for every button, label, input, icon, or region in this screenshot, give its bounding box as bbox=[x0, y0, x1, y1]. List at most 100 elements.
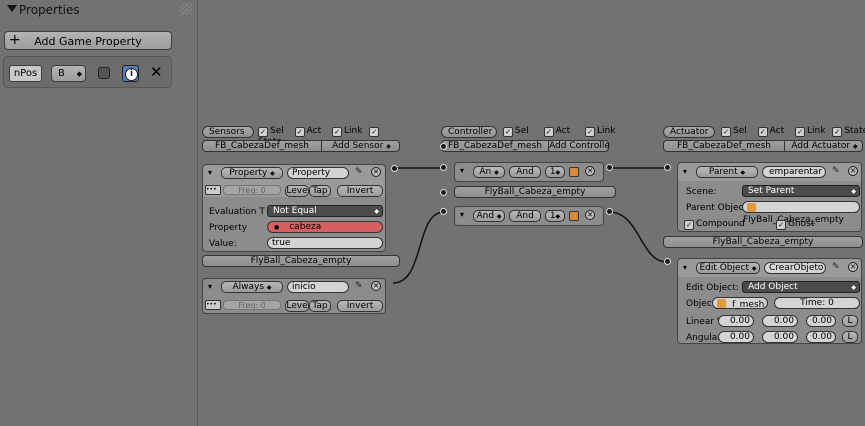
check-icon[interactable]: ✓ bbox=[721, 127, 731, 137]
linear-local-toggle[interactable]: L bbox=[842, 315, 858, 327]
linear-velocity-x[interactable]: 0.00 bbox=[718, 315, 754, 327]
edit-object-select[interactable]: Add Object ◆ bbox=[742, 281, 860, 293]
check-icon[interactable]: ✓ bbox=[757, 127, 768, 137]
tap-button[interactable]: Tap bbox=[309, 185, 331, 197]
pin-icon[interactable]: ✎ bbox=[355, 281, 363, 291]
properties-header[interactable]: Properties bbox=[0, 0, 198, 22]
controller1-output-socket[interactable] bbox=[606, 164, 613, 171]
evaluation-select[interactable]: Not Equal ◆ bbox=[267, 205, 383, 217]
angular-velocity-y[interactable]: 0.00 bbox=[762, 331, 798, 343]
collapse-arrow-icon[interactable]: ▾ bbox=[208, 282, 212, 291]
level-button[interactable]: Leve bbox=[285, 300, 309, 312]
property-name-field[interactable]: nPos bbox=[9, 65, 42, 82]
parent-actuator-input-socket[interactable] bbox=[664, 164, 671, 171]
freq-field[interactable]: Freq: 0 bbox=[223, 185, 281, 195]
freq-field[interactable]: Freq: 0 bbox=[223, 300, 281, 310]
pin-icon[interactable]: ✎ bbox=[355, 167, 363, 177]
scene-select[interactable]: Set Parent ◆ bbox=[742, 185, 860, 197]
sensor-type-select[interactable]: Property ◆ bbox=[221, 167, 283, 179]
sensor-output-socket[interactable] bbox=[391, 165, 398, 172]
controllers-menu[interactable]: Controller ◆ bbox=[441, 126, 497, 147]
invert-button[interactable]: Invert bbox=[337, 185, 383, 197]
collapse-arrow-icon[interactable]: ▾ bbox=[460, 210, 464, 219]
sel-option[interactable]: Sel bbox=[515, 126, 529, 136]
check-icon[interactable]: ✓ bbox=[369, 127, 380, 137]
compound-option[interactable]: ✓ Compound bbox=[684, 219, 745, 230]
check-icon[interactable]: ✓ bbox=[585, 127, 595, 137]
angular-velocity-z[interactable]: 0.00 bbox=[806, 331, 836, 343]
tap-button[interactable]: Tap bbox=[309, 300, 331, 312]
edit-actuator-input-socket[interactable] bbox=[664, 258, 671, 265]
actuator-name-field[interactable]: CrearObjeto bbox=[764, 262, 826, 274]
add-game-property-button[interactable]: + Add Game Property bbox=[4, 31, 172, 50]
bookmark-icon[interactable] bbox=[569, 167, 579, 177]
delete-icon[interactable]: ✕ bbox=[848, 262, 858, 272]
drag-grip-icon[interactable] bbox=[180, 3, 192, 15]
value-field[interactable]: true bbox=[267, 237, 383, 249]
state-option[interactable]: State bbox=[844, 126, 865, 136]
sensor-name-field[interactable]: inicio bbox=[287, 281, 349, 293]
parent-object-field[interactable]: FlyBall_Cabeza_empty bbox=[742, 201, 860, 225]
sel-option[interactable]: Sel bbox=[270, 126, 284, 136]
link-option[interactable]: Link bbox=[807, 126, 825, 136]
pulse-buttons[interactable]: ••• bbox=[205, 185, 221, 195]
controller-state-socket-2[interactable] bbox=[440, 189, 447, 196]
controller1-input-socket[interactable] bbox=[440, 164, 447, 171]
act-option[interactable]: Act bbox=[307, 126, 321, 136]
debug-info-button[interactable]: i bbox=[122, 65, 139, 82]
check-icon[interactable]: ✓ bbox=[503, 127, 513, 137]
link-option[interactable]: Link bbox=[344, 126, 362, 136]
linear-velocity-z[interactable]: 0.00 bbox=[806, 315, 836, 327]
sensor-name-field[interactable]: Property bbox=[287, 167, 349, 179]
property-field[interactable]: ● cabeza bbox=[267, 221, 383, 233]
actuators-menu[interactable]: Actuator ◆ bbox=[663, 126, 715, 147]
add-sensor-menu[interactable]: Add Sensor ◆ bbox=[321, 141, 401, 152]
object-field[interactable]: f_mesh bbox=[712, 297, 768, 310]
property-type-select[interactable]: B ◆ bbox=[51, 65, 86, 82]
actuator-type-select[interactable]: Parent ◆ bbox=[696, 166, 758, 178]
angular-local-toggle[interactable]: L bbox=[842, 331, 858, 343]
check-icon[interactable]: ✓ bbox=[832, 127, 843, 137]
link-option[interactable]: Link bbox=[597, 126, 615, 136]
controller-priority[interactable]: 1◆ bbox=[545, 210, 565, 222]
level-button[interactable]: Leve bbox=[285, 185, 309, 197]
controller-type-select[interactable]: An ◆ bbox=[473, 166, 505, 178]
sensors-menu[interactable]: Sensors ◆ bbox=[202, 126, 254, 147]
linear-velocity-y[interactable]: 0.00 bbox=[762, 315, 798, 327]
sel-option[interactable]: Sel bbox=[733, 126, 747, 136]
controller-name-field[interactable]: And bbox=[509, 166, 541, 178]
check-icon[interactable]: ✓ bbox=[332, 127, 342, 137]
collapse-arrow-icon[interactable]: ▾ bbox=[460, 166, 464, 175]
pulse-buttons[interactable]: ••• bbox=[205, 300, 221, 310]
controller2-output-socket[interactable] bbox=[606, 208, 613, 215]
controller-name-field[interactable]: And bbox=[509, 210, 541, 222]
delete-icon[interactable]: ✕ bbox=[371, 167, 381, 177]
controller2-input-socket[interactable] bbox=[440, 208, 447, 215]
collapse-triangle-icon[interactable] bbox=[7, 5, 17, 12]
bookmark-icon[interactable] bbox=[569, 211, 579, 221]
controller-priority[interactable]: 1◆ bbox=[545, 166, 565, 178]
check-icon[interactable]: ✓ bbox=[258, 127, 268, 137]
delete-icon[interactable]: ✕ bbox=[371, 281, 381, 291]
delete-icon[interactable]: ✕ bbox=[585, 166, 595, 176]
angular-velocity-x[interactable]: 0.00 bbox=[718, 331, 754, 343]
add-actuator-menu[interactable]: Add Actuator ◆ bbox=[784, 141, 864, 152]
sensor-type-select[interactable]: Always ◆ bbox=[221, 281, 283, 293]
collapse-arrow-icon[interactable]: ▾ bbox=[683, 167, 687, 176]
collapse-arrow-icon[interactable]: ▾ bbox=[208, 168, 212, 177]
collapse-arrow-icon[interactable]: ▾ bbox=[683, 263, 687, 272]
property-value-checkbox[interactable] bbox=[98, 67, 110, 79]
add-controller-menu[interactable]: Add Controlle bbox=[548, 141, 610, 152]
controller-type-select[interactable]: And ◆ bbox=[473, 210, 505, 222]
time-field[interactable]: Time: 0 bbox=[774, 297, 860, 309]
actuator-type-select[interactable]: Edit Object ◆ bbox=[696, 262, 760, 274]
pin-icon[interactable]: ✎ bbox=[832, 262, 840, 272]
pin-icon[interactable]: ✎ bbox=[832, 166, 840, 176]
controller-state-socket[interactable] bbox=[440, 143, 447, 150]
check-icon[interactable]: ✓ bbox=[294, 127, 305, 137]
delete-icon[interactable]: ✕ bbox=[585, 210, 595, 220]
invert-button[interactable]: Invert bbox=[337, 300, 383, 312]
act-option[interactable]: Act bbox=[770, 126, 784, 136]
act-option[interactable]: Act bbox=[556, 126, 570, 136]
remove-property-icon[interactable]: ✕ bbox=[150, 64, 163, 81]
